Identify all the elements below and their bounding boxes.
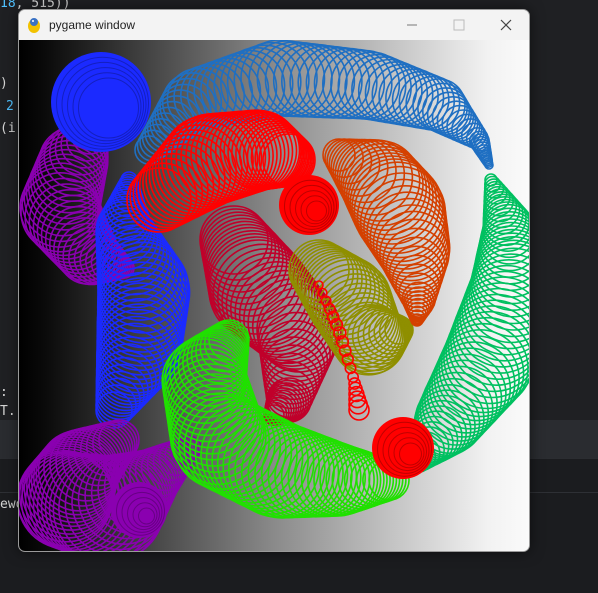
close-button[interactable] <box>483 10 529 40</box>
code-fragment: ) <box>0 76 8 91</box>
window-title: pygame window <box>49 18 136 32</box>
spiral-drawing <box>19 40 529 551</box>
minimize-button[interactable] <box>389 10 435 40</box>
pygame-snake-icon <box>25 16 43 34</box>
close-icon <box>500 19 512 31</box>
code-fragment: : <box>0 385 8 400</box>
maximize-button[interactable] <box>435 10 481 40</box>
window-titlebar[interactable]: pygame window <box>19 10 529 40</box>
maximize-icon <box>453 19 465 31</box>
pygame-canvas[interactable] <box>19 40 529 551</box>
minimize-icon <box>407 24 417 26</box>
code-fragment: 2 <box>6 99 14 114</box>
pygame-window[interactable]: pygame window <box>18 9 530 552</box>
code-fragment: T. <box>0 404 16 419</box>
code-fragment: (i <box>0 121 16 136</box>
